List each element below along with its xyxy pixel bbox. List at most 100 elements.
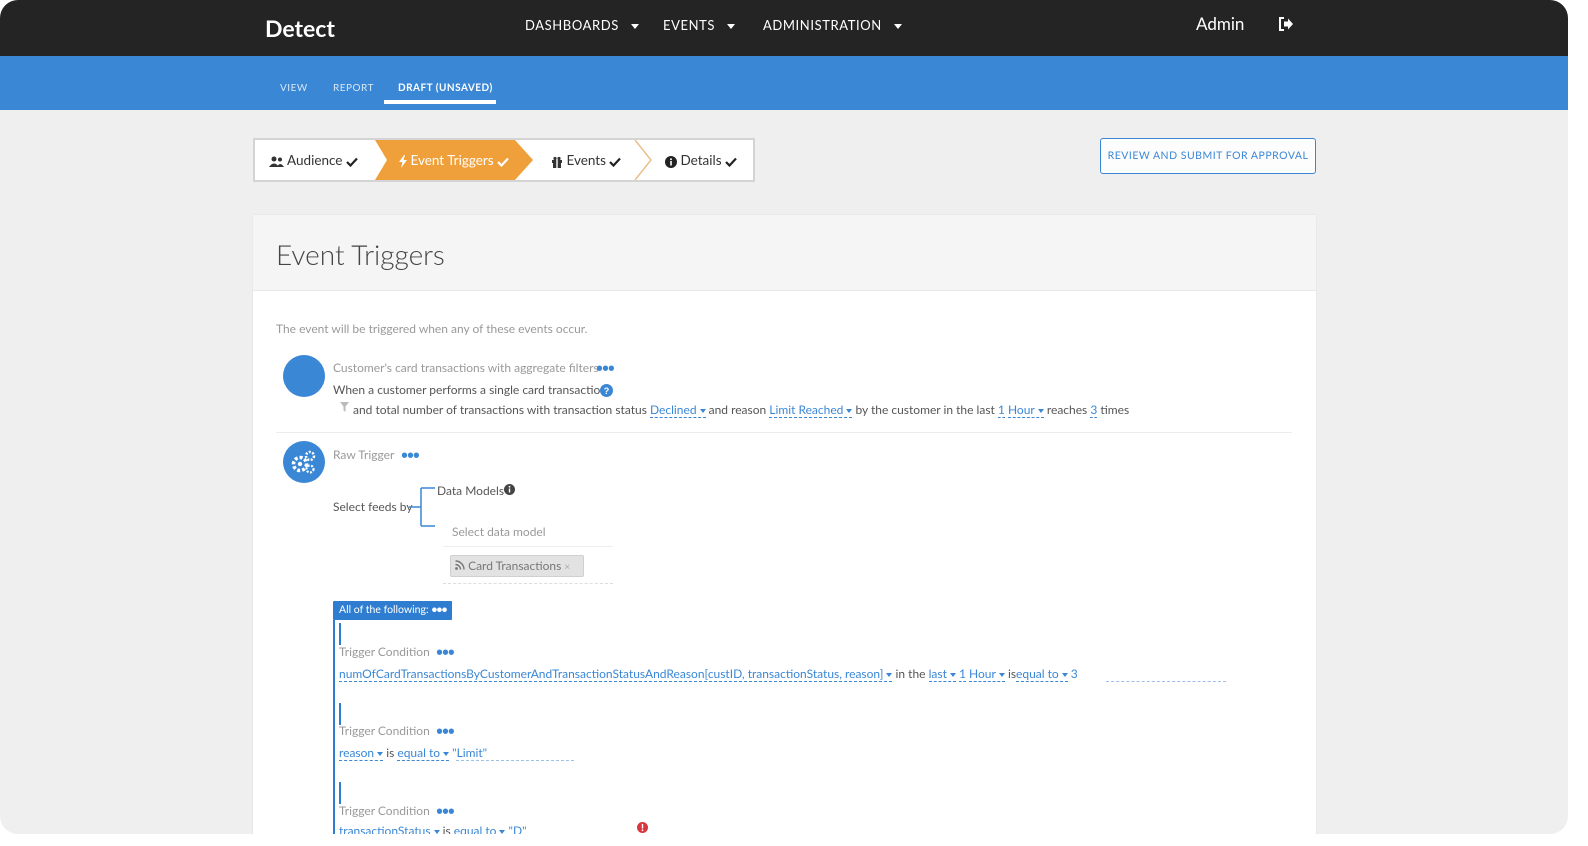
check-icon: [346, 157, 358, 167]
group-connector-line: [333, 620, 335, 834]
step-audience[interactable]: Audience: [269, 140, 358, 180]
user-menu[interactable]: Admin: [1196, 13, 1244, 34]
condition1-value-underline: [1106, 681, 1226, 682]
data-models-label: Data Models: [437, 483, 504, 498]
condition1-in-the: in the: [895, 666, 926, 681]
condition1-more-icon[interactable]: •••: [436, 644, 455, 659]
filter-text-a: and total number of transactions with tr…: [353, 402, 647, 417]
trigger-icon: [283, 355, 325, 397]
condition-marker: [339, 623, 341, 645]
tab-draft[interactable]: DRAFT (UNSAVED): [398, 82, 493, 94]
caret-down-icon: [443, 751, 450, 756]
condition1-is: is: [1007, 666, 1017, 681]
selected-model-chip[interactable]: Card Transactions ×: [450, 555, 584, 577]
group-all-of-badge[interactable]: All of the following: •••: [333, 601, 452, 620]
condition3-value[interactable]: "D": [509, 823, 527, 834]
window-unit-dropdown[interactable]: Hour: [1007, 402, 1044, 418]
condition2-operator[interactable]: equal to: [397, 745, 450, 761]
nav-administration[interactable]: ADMINISTRATION: [763, 17, 902, 33]
condition1-count[interactable]: 1: [958, 666, 966, 682]
condition2-is: is: [386, 745, 395, 760]
nav-dashboards[interactable]: DASHBOARDS: [525, 17, 639, 33]
condition1-expression: numOfCardTransactionsByCustomerAndTransa…: [339, 666, 1078, 682]
condition1-window-mode[interactable]: last: [928, 666, 956, 682]
tree-connector: [409, 487, 435, 527]
nav-dashboards-label: DASHBOARDS: [525, 17, 619, 33]
condition1-label: Trigger Condition: [339, 644, 430, 659]
condition1-field[interactable]: numOfCardTransactionsByCustomerAndTransa…: [339, 666, 893, 682]
info-icon: [504, 484, 515, 495]
filter-text-b: and reason: [708, 402, 767, 417]
condition3-operator[interactable]: equal to: [453, 823, 506, 834]
condition1-unit-value: Hour: [969, 666, 996, 681]
condition2-field-value: reason: [339, 745, 375, 760]
step-details-label: Details: [680, 152, 722, 168]
caret-down-icon: [886, 672, 893, 677]
condition2-value[interactable]: "Limit": [452, 745, 487, 760]
condition1-operator-value: equal to: [1016, 666, 1059, 681]
group-more-icon[interactable]: •••: [431, 604, 447, 616]
panel-intro: The event will be triggered when any of …: [276, 321, 588, 336]
error-icon: [637, 822, 648, 833]
condition3-more-icon[interactable]: •••: [436, 803, 455, 818]
condition2-expression: reason is equal to "Limit": [339, 745, 487, 761]
window-unit-value: Hour: [1007, 402, 1035, 417]
sub-navbar: VIEW REPORT DRAFT (UNSAVED): [0, 56, 1568, 110]
gift-icon: [552, 156, 562, 168]
condition2-label: Trigger Condition: [339, 723, 430, 738]
help-icon[interactable]: ?: [600, 384, 613, 397]
panel-header: Event Triggers: [253, 215, 1316, 291]
threshold-input[interactable]: 3: [1090, 402, 1098, 418]
chevron-down-icon: [727, 24, 736, 30]
rss-icon: [455, 560, 465, 570]
reason-value: Limit Reached: [769, 402, 844, 417]
remove-chip-icon[interactable]: ×: [564, 561, 570, 573]
event-triggers-panel: Event Triggers The event will be trigger…: [253, 215, 1316, 834]
window-count-input[interactable]: 1: [997, 402, 1005, 418]
filter-text-e: times: [1100, 402, 1130, 417]
logout-icon[interactable]: [1277, 15, 1295, 33]
condition1-operator[interactable]: equal to: [1016, 666, 1068, 682]
condition1-value[interactable]: 3: [1071, 666, 1078, 681]
nav-events[interactable]: EVENTS: [663, 17, 736, 33]
caret-down-icon: [998, 672, 1005, 677]
gears-icon: [291, 450, 316, 474]
trigger-divider: [276, 432, 1292, 433]
condition1-unit[interactable]: Hour: [969, 666, 1005, 682]
check-icon: [497, 157, 509, 167]
trigger1-more-icon[interactable]: •••: [596, 360, 615, 375]
info-icon: [665, 155, 677, 168]
brand-logo[interactable]: Detect: [265, 14, 335, 42]
caret-down-icon: [846, 408, 853, 413]
panel-title: Event Triggers: [276, 237, 445, 271]
svg-text:?: ?: [604, 386, 610, 396]
trigger1-title: Customer's card transactions with aggreg…: [333, 360, 599, 375]
condition3-expression: transactionStatus is equal to "D": [339, 823, 527, 834]
caret-down-icon: [949, 672, 956, 677]
condition3-field[interactable]: transactionStatus: [339, 823, 440, 834]
caret-down-icon: [377, 751, 384, 756]
trigger2-title: Raw Trigger: [333, 447, 395, 462]
data-model-placeholder: Select data model: [452, 524, 546, 539]
top-navbar: Detect DASHBOARDS EVENTS ADMINISTRATION …: [0, 0, 1568, 56]
condition2-more-icon[interactable]: •••: [436, 723, 455, 738]
caret-down-icon: [699, 408, 706, 413]
chevron-down-icon: [630, 24, 639, 30]
step-events[interactable]: Events: [551, 140, 622, 180]
reason-dropdown[interactable]: Limit Reached: [769, 402, 853, 418]
status-dropdown[interactable]: Declined: [649, 402, 706, 418]
trigger2-more-icon[interactable]: •••: [401, 447, 420, 462]
condition3-label: Trigger Condition: [339, 803, 430, 818]
condition2-field[interactable]: reason: [339, 745, 384, 761]
check-icon: [725, 157, 737, 167]
tab-report[interactable]: REPORT: [333, 82, 374, 94]
step-details[interactable]: Details: [665, 140, 737, 180]
step-audience-label: Audience: [287, 152, 343, 168]
review-submit-button[interactable]: REVIEW AND SUBMIT FOR APPROVAL: [1100, 138, 1316, 174]
bolt-icon: [399, 155, 407, 169]
trigger1-filter-line: and total number of transactions with tr…: [353, 402, 1130, 418]
step-event-triggers[interactable]: Event Triggers: [399, 140, 509, 180]
users-icon: [269, 156, 284, 167]
tab-view[interactable]: VIEW: [280, 82, 308, 94]
data-model-select[interactable]: Select data model: [443, 517, 613, 547]
